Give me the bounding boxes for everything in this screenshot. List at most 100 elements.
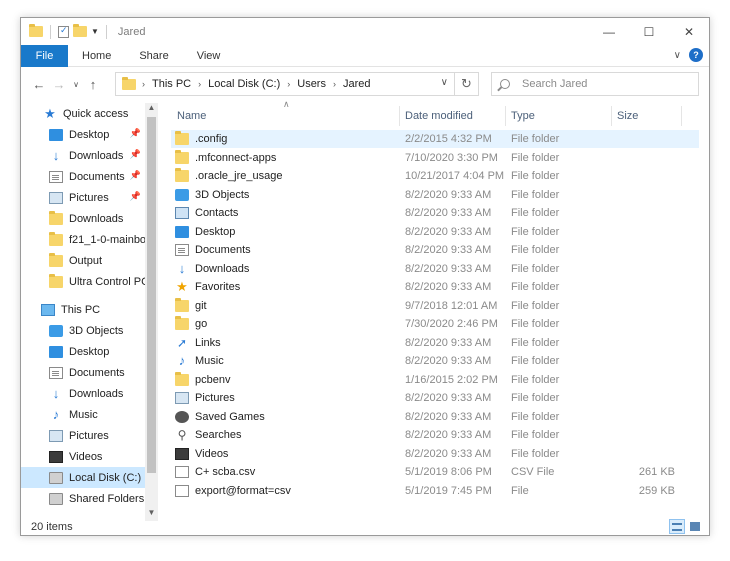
column-header-date-modified[interactable]: Date modified xyxy=(399,103,505,129)
table-row[interactable]: .config 2/2/2015 4:32 PM File folder xyxy=(171,130,699,148)
table-row[interactable]: pcbenv 1/16/2015 2:02 PM File folder xyxy=(171,371,699,389)
breadcrumb-users[interactable]: Users xyxy=(297,78,326,90)
address-dropdown-chevron-icon[interactable]: ∨ xyxy=(441,77,448,88)
table-row[interactable]: go 7/30/2020 2:46 PM File folder xyxy=(171,315,699,333)
nav-item-pictures[interactable]: Pictures 📌 xyxy=(21,187,145,208)
nav-item-output[interactable]: Output xyxy=(21,250,145,271)
new-folder-icon[interactable] xyxy=(73,24,87,37)
table-row[interactable]: ➚ Links 8/2/2020 9:33 AM File folder xyxy=(171,334,699,352)
file-date: 7/10/2020 3:30 PM xyxy=(405,151,498,164)
nav-item-this-pc[interactable]: This PC xyxy=(21,299,145,320)
column-header-type[interactable]: Type xyxy=(505,103,611,129)
breadcrumb-chevron-icon[interactable]: › xyxy=(198,79,201,89)
table-row[interactable]: .mfconnect-apps 7/10/2020 3:30 PM File f… xyxy=(171,149,699,167)
table-row[interactable]: Documents 8/2/2020 9:33 AM File folder xyxy=(171,241,699,259)
maximize-button[interactable]: ☐ xyxy=(629,18,669,45)
nav-item-documents[interactable]: Documents 📌 xyxy=(21,166,145,187)
breadcrumb-jared[interactable]: Jared xyxy=(343,78,371,90)
status-bar: 20 items xyxy=(21,518,709,535)
nav-item-quick-access[interactable]: ★ Quick access xyxy=(21,103,145,124)
file-type: File folder xyxy=(511,336,560,349)
nav-item-label: Desktop xyxy=(69,128,110,141)
table-row[interactable]: Saved Games 8/2/2020 9:33 AM File folder xyxy=(171,408,699,426)
nav-item-desktop[interactable]: Desktop 📌 xyxy=(21,124,145,145)
nav-pane-scrollbar[interactable]: ▲ ▼ xyxy=(145,103,158,521)
tab-view[interactable]: View xyxy=(183,45,235,67)
search-input[interactable]: Search Jared xyxy=(522,78,587,90)
table-row[interactable]: ♪ Music 8/2/2020 9:33 AM File folder xyxy=(171,352,699,370)
file-size xyxy=(611,241,675,259)
file-icon xyxy=(175,484,189,497)
table-row[interactable]: ⚲ Searches 8/2/2020 9:33 AM File folder xyxy=(171,426,699,444)
column-divider[interactable] xyxy=(681,106,682,126)
table-row[interactable]: Pictures 8/2/2020 9:33 AM File folder xyxy=(171,389,699,407)
nav-item-f21-mainboard[interactable]: f21_1-0-mainbo xyxy=(21,229,145,250)
large-icons-view-button[interactable] xyxy=(687,519,703,534)
table-row[interactable]: export@format=csv 5/1/2019 7:45 PM File … xyxy=(171,482,699,500)
table-row[interactable]: Desktop 8/2/2020 9:33 AM File folder xyxy=(171,223,699,241)
table-row[interactable]: Contacts 8/2/2020 9:33 AM File folder xyxy=(171,204,699,222)
column-header-name[interactable]: Name xyxy=(171,103,399,129)
table-row[interactable]: C+ scba.csv 5/1/2019 8:06 PM CSV File 26… xyxy=(171,463,699,481)
breadcrumb-chevron-icon[interactable]: › xyxy=(142,79,145,89)
folder-icon xyxy=(49,210,63,225)
table-row[interactable]: git 9/7/2018 12:01 AM File folder xyxy=(171,297,699,315)
nav-item-downloads-folder[interactable]: Downloads xyxy=(21,208,145,229)
nav-item-documents-pc[interactable]: Documents xyxy=(21,362,145,383)
tab-share[interactable]: Share xyxy=(125,45,182,67)
file-date: 5/1/2019 7:45 PM xyxy=(405,484,492,497)
breadcrumb-chevron-icon[interactable]: › xyxy=(287,79,290,89)
nav-item-desktop-pc[interactable]: Desktop xyxy=(21,341,145,362)
recent-locations-chevron-icon[interactable]: ∨ xyxy=(69,80,83,89)
expand-ribbon-chevron-icon[interactable]: ∨ xyxy=(674,50,681,61)
nav-item-videos[interactable]: Videos xyxy=(21,446,145,467)
nav-item-shared-folders[interactable]: Shared Folders ( xyxy=(21,488,145,509)
file-type: File folder xyxy=(511,207,560,219)
properties-icon[interactable] xyxy=(58,25,69,38)
scrollbar-thumb[interactable] xyxy=(147,117,156,473)
address-bar[interactable]: › This PC › Local Disk (C:) › Users › Ja… xyxy=(115,72,479,96)
forward-arrow-icon[interactable]: → xyxy=(49,77,69,92)
view-switcher xyxy=(669,519,703,534)
back-arrow-icon[interactable]: ← xyxy=(29,77,49,92)
nav-item-3d-objects[interactable]: 3D Objects xyxy=(21,320,145,341)
nav-item-local-disk[interactable]: Local Disk (C:) xyxy=(21,467,145,488)
details-view-button[interactable] xyxy=(669,519,685,534)
file-name: Desktop xyxy=(195,225,236,238)
nav-item-label: Ultra Control PC xyxy=(69,275,145,288)
nav-item-music[interactable]: ♪ Music xyxy=(21,404,145,425)
file-type: CSV File xyxy=(511,466,555,478)
close-button[interactable]: ✕ xyxy=(669,18,709,45)
nav-item-downloads[interactable]: ↓ Downloads 📌 xyxy=(21,145,145,166)
downloads-icon: ↓ xyxy=(52,385,60,401)
breadcrumb-chevron-icon[interactable]: › xyxy=(333,79,336,89)
breadcrumb-this-pc[interactable]: This PC xyxy=(152,78,191,90)
table-row[interactable]: ★ Favorites 8/2/2020 9:33 AM File folder xyxy=(171,278,699,296)
tab-home[interactable]: Home xyxy=(68,45,125,67)
up-arrow-icon[interactable]: ↑ xyxy=(83,77,103,92)
nav-item-ultra-control-pc[interactable]: Ultra Control PC xyxy=(21,271,145,292)
help-icon[interactable]: ? xyxy=(689,48,703,62)
folder-icon[interactable] xyxy=(29,24,43,37)
table-row[interactable]: ↓ Downloads 8/2/2020 9:33 AM File folder xyxy=(171,260,699,278)
column-header-size[interactable]: Size xyxy=(611,103,681,129)
customize-toolbar-dropdown-icon[interactable]: ▼ xyxy=(91,27,99,36)
scroll-up-arrow-icon[interactable]: ▲ xyxy=(145,103,158,112)
table-row[interactable]: Videos 8/2/2020 9:33 AM File folder xyxy=(171,445,699,463)
refresh-icon[interactable]: ↻ xyxy=(454,73,478,95)
downloads-icon: ↓ xyxy=(178,260,186,276)
file-date: 5/1/2019 8:06 PM xyxy=(405,466,492,478)
file-name: Downloads xyxy=(195,262,250,275)
nav-item-downloads-pc[interactable]: ↓ Downloads xyxy=(21,383,145,404)
table-row[interactable]: .oracle_jre_usage 10/21/2017 4:04 PM Fil… xyxy=(171,167,699,185)
scroll-down-arrow-icon[interactable]: ▼ xyxy=(145,508,158,517)
file-name: git xyxy=(195,299,207,312)
minimize-button[interactable]: — xyxy=(589,18,629,45)
breadcrumb-local-disk[interactable]: Local Disk (C:) xyxy=(208,78,280,90)
music-icon: ♪ xyxy=(178,353,186,368)
nav-item-pictures-pc[interactable]: Pictures xyxy=(21,425,145,446)
tab-file[interactable]: File xyxy=(21,44,68,67)
table-row[interactable]: 3D Objects 8/2/2020 9:33 AM File folder xyxy=(171,186,699,204)
file-name: 3D Objects xyxy=(195,188,250,201)
search-box[interactable]: Search Jared xyxy=(491,72,699,96)
